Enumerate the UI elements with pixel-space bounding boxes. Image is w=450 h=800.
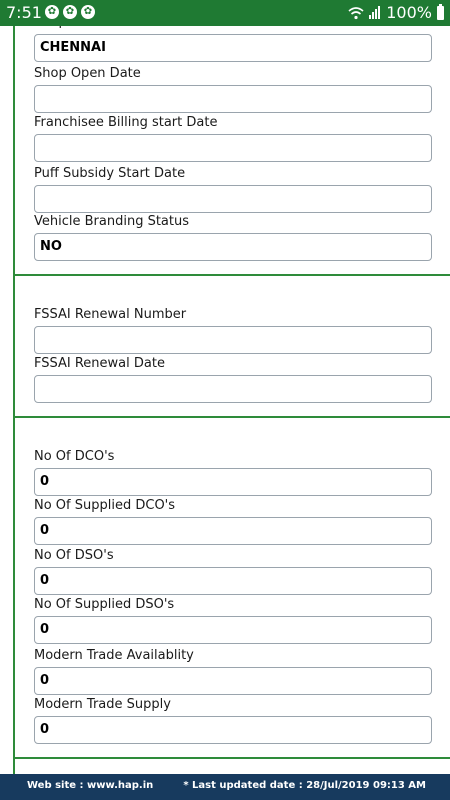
fssai-renewal-date-label: FSSAI Renewal Date [34, 356, 165, 371]
franchisee-billing-start-label: Franchisee Billing start Date [34, 115, 218, 130]
puff-subsidy-start-field[interactable] [34, 185, 432, 213]
no-of-dcos-field[interactable]: 0 [34, 468, 432, 496]
section-divider [13, 274, 450, 276]
status-time: 7:51 [6, 3, 42, 22]
wifi-icon [348, 6, 364, 19]
section-left-border [13, 26, 15, 774]
no-of-supplied-dcos-label: No Of Supplied DCO's [34, 498, 176, 513]
fssai-renewal-number-field[interactable] [34, 326, 432, 354]
franchisee-billing-start-field[interactable] [34, 134, 432, 162]
no-of-dsos-field[interactable]: 0 [34, 567, 432, 595]
shop-open-date-field[interactable] [34, 85, 432, 113]
fssai-renewal-number-label: FSSAI Renewal Number [34, 307, 187, 322]
last-updated-text: * Last updated date : 28/Jul/2019 09:13 … [183, 780, 426, 791]
vehicle-branding-status-label: Vehicle Branding Status [34, 214, 190, 229]
status-bar: 7:51 ✿ ✿ ✿ 100% [0, 0, 450, 26]
no-of-dcos-label: No Of DCO's [34, 449, 115, 464]
fssai-renewal-date-field[interactable] [34, 375, 432, 403]
no-of-supplied-dsos-field[interactable]: 0 [34, 616, 432, 644]
puff-subsidy-start-label: Puff Subsidy Start Date [34, 166, 186, 181]
no-of-supplied-dcos-field[interactable]: 0 [34, 517, 432, 545]
section-divider [13, 416, 450, 418]
notification-icons: ✿ ✿ ✿ [45, 5, 95, 19]
battery-percent: 100% [386, 3, 432, 22]
no-of-dsos-label: No Of DSO's [34, 548, 114, 563]
notification-icon: ✿ [45, 5, 59, 19]
status-right: 100% [348, 3, 444, 22]
modern-trade-supply-label: Modern Trade Supply [34, 697, 171, 712]
modern-trade-availability-field[interactable]: 0 [34, 667, 432, 695]
modern-trade-availability-label: Modern Trade Availablity [34, 648, 194, 663]
vehicle-branding-status-field[interactable]: NO [34, 233, 432, 261]
shop-open-date-label: Shop Open Date [34, 66, 141, 81]
signal-icon [369, 5, 381, 19]
modern-trade-supply-field[interactable]: 0 [34, 716, 432, 744]
no-of-supplied-dsos-label: No Of Supplied DSO's [34, 597, 175, 612]
shop-location-field[interactable]: CHENNAI [34, 34, 432, 62]
battery-icon [437, 3, 444, 20]
section-divider [13, 757, 450, 759]
notification-icon: ✿ [81, 5, 95, 19]
website-link[interactable]: Web site : www.hap.in [27, 780, 153, 791]
footer-bar: Web site : www.hap.in * Last updated dat… [0, 774, 450, 800]
notification-icon: ✿ [63, 5, 77, 19]
